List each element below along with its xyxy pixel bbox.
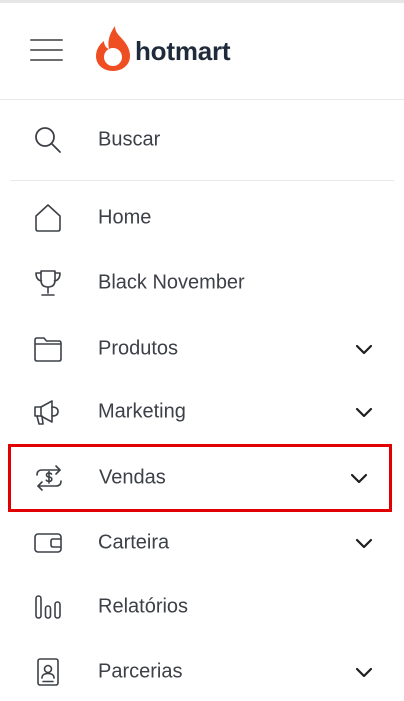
search-button[interactable]: Buscar <box>10 100 394 181</box>
sidebar-item-vendas[interactable]: Vendas <box>8 444 392 512</box>
flame-icon <box>96 26 130 71</box>
megaphone-icon <box>32 396 64 428</box>
sidebar-item-label: Black November <box>98 271 245 294</box>
sidebar-item-produtos[interactable]: Produtos <box>10 317 394 381</box>
sidebar-item-home[interactable]: Home <box>10 186 394 250</box>
bar-chart-icon <box>32 591 64 623</box>
chevron-down-icon[interactable] <box>354 533 374 553</box>
home-icon <box>32 202 64 234</box>
hotmart-logo[interactable]: hotmart <box>95 23 231 73</box>
sidebar-item-parcerias[interactable]: Parcerias <box>10 640 394 701</box>
sidebar-item-carteira[interactable]: Carteira <box>10 511 394 575</box>
search-label: Buscar <box>98 128 161 151</box>
search-icon <box>32 124 64 156</box>
chevron-down-icon[interactable] <box>349 468 369 488</box>
badge-icon <box>32 656 64 688</box>
folder-icon <box>32 333 64 365</box>
sidebar-item-label: Carteira <box>98 531 170 554</box>
sidebar-menu: hotmart Buscar Home Black November Produ… <box>0 0 404 701</box>
sidebar-item-label: Home <box>98 206 152 229</box>
header: hotmart <box>0 3 404 100</box>
sidebar-item-label: Relatórios <box>98 595 189 618</box>
wallet-icon <box>32 527 64 559</box>
sidebar-item-label: Parcerias <box>98 660 183 683</box>
sidebar-item-label: Vendas <box>99 466 166 489</box>
chevron-down-icon[interactable] <box>354 662 374 682</box>
hamburger-menu-icon[interactable] <box>30 39 63 61</box>
sidebar-item-label: Produtos <box>98 337 179 360</box>
money-exchange-icon <box>33 462 65 494</box>
sidebar-item-black-november[interactable]: Black November <box>10 251 394 315</box>
sidebar-item-marketing[interactable]: Marketing <box>10 380 394 444</box>
chevron-down-icon[interactable] <box>354 402 374 422</box>
sidebar-item-label: Marketing <box>98 400 186 423</box>
sidebar-item-relatorios[interactable]: Relatórios <box>10 575 394 639</box>
trophy-icon <box>32 267 64 299</box>
brand-name: hotmart <box>135 35 231 66</box>
chevron-down-icon[interactable] <box>354 339 374 359</box>
